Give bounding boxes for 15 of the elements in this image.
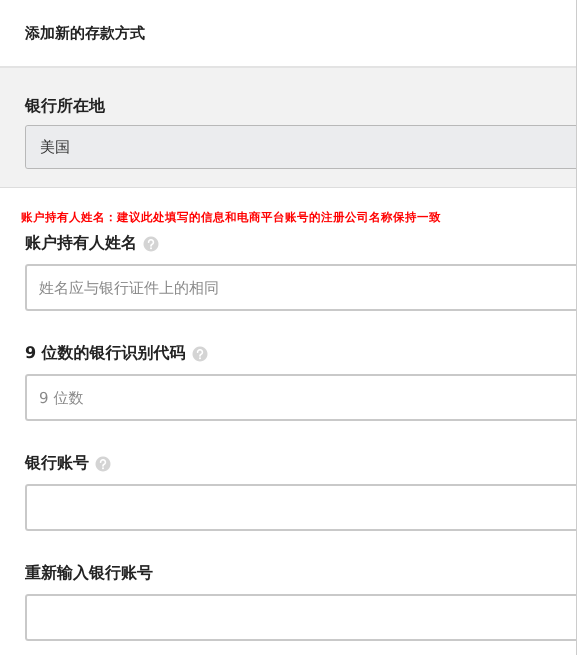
help-icon[interactable]	[192, 346, 208, 362]
input-field[interactable]: 9 位数	[25, 374, 576, 421]
input-field[interactable]	[25, 484, 576, 531]
field-label: 账户持有人姓名	[25, 233, 137, 254]
field-label: 重新输入银行账号	[25, 563, 153, 584]
field-label: 银行所在地	[25, 96, 106, 117]
input-field[interactable]	[25, 594, 576, 641]
notice-text: 账户持有人姓名：建议此处填写的信息和电商平台账号的注册公司名称保持一致	[21, 210, 442, 225]
country-select[interactable]: 美国	[25, 125, 576, 169]
form-title: 添加新的存款方式	[25, 24, 145, 42]
help-icon[interactable]	[143, 236, 159, 252]
input-field[interactable]: 姓名应与银行证件上的相同	[25, 264, 576, 311]
help-icon[interactable]	[95, 456, 111, 472]
field-label: 银行账号	[25, 453, 89, 474]
field-label: 9 位数的银行识别代码	[25, 343, 186, 364]
